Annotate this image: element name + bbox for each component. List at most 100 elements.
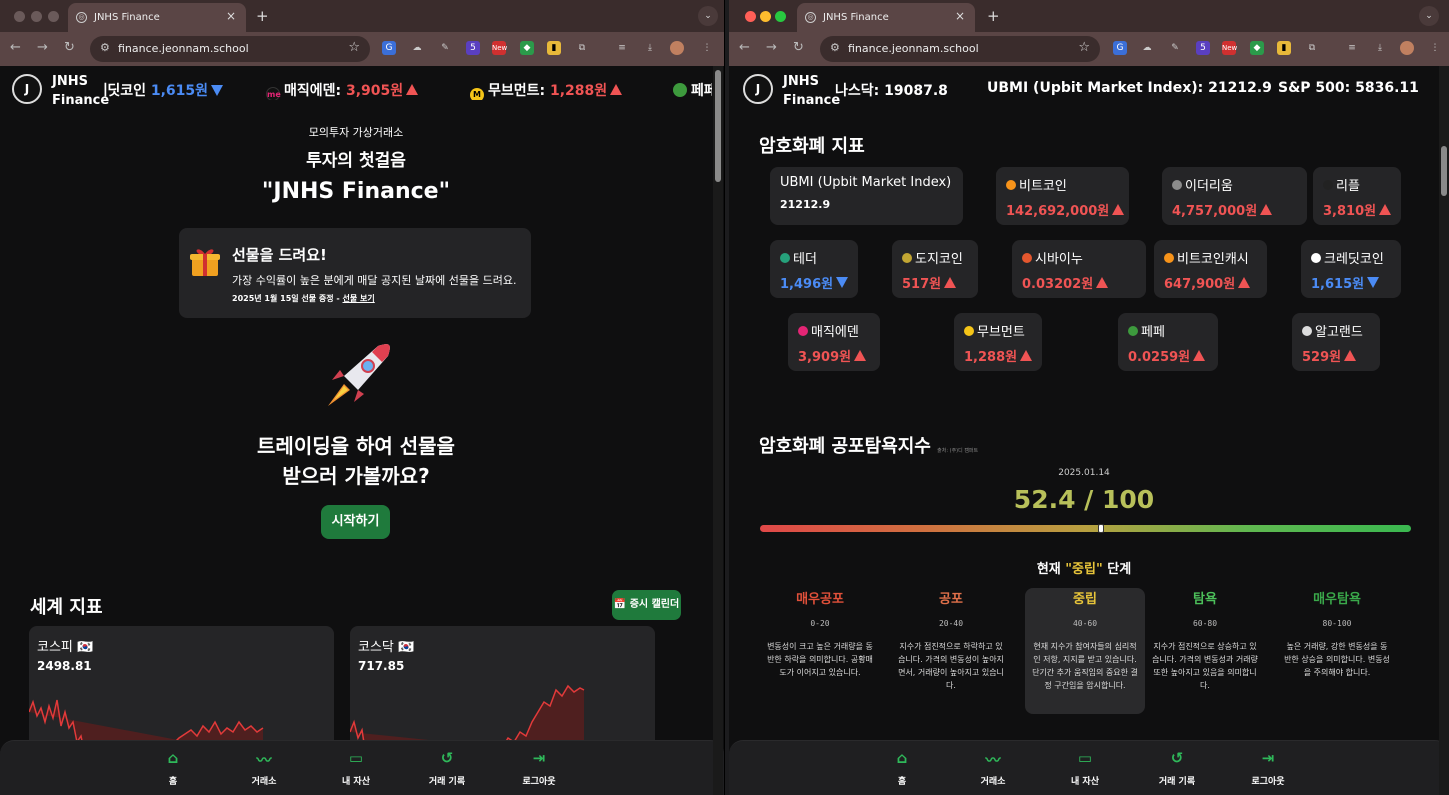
window-minimize-dot[interactable] (760, 11, 771, 22)
coin-card[interactable]: 알고랜드 529원 (1292, 313, 1380, 371)
window-zoom-dot[interactable] (775, 11, 786, 22)
menu-kebab-icon[interactable]: ⋮ (700, 41, 714, 55)
profile-avatar[interactable] (670, 41, 684, 55)
forward-icon[interactable]: → (37, 40, 48, 55)
cloud-ext-icon[interactable]: ☁ (1140, 41, 1154, 55)
stage-card: 매우탐욕 80-100 높은 거래량, 강한 변동성을 동반한 상승을 의미합니다.… (1277, 588, 1397, 679)
eyedropper-ext-icon[interactable]: ✎ (438, 41, 452, 55)
coin-card[interactable]: 이더리움 4,757,000원 (1162, 167, 1307, 225)
gift-link[interactable]: 선물 보기 (343, 294, 375, 303)
cloud-ext-icon[interactable]: ☁ (410, 41, 424, 55)
nav-history[interactable]: ↺ 거래 기록 (417, 749, 477, 787)
coin-card[interactable]: 도지코인 517원 (892, 240, 978, 298)
menu-kebab-icon[interactable]: ⋮ (1428, 41, 1442, 55)
tab-search-icon[interactable]: ⌄ (1419, 6, 1439, 26)
browser-tab[interactable]: ◎ JNHS Finance × (68, 3, 246, 32)
scrollbar-thumb[interactable] (1441, 146, 1447, 196)
nav-label: 내 자산 (342, 777, 370, 787)
shield-ext-icon[interactable]: ◆ (1250, 41, 1264, 55)
market-calendar-button[interactable]: 📅 증시 캘린더 (612, 590, 681, 620)
address-bar[interactable]: ⚙ finance.jeonnam.school ☆ (820, 36, 1100, 62)
crypto-indicators-title: 암호화폐 지표 (759, 136, 865, 157)
new-tab-icon[interactable]: + (987, 7, 1000, 25)
ubmi-card[interactable]: UBMI (Upbit Market Index) 21212.9 (770, 167, 963, 225)
download-icon[interactable]: ⤓ (1373, 41, 1387, 55)
browser-tab[interactable]: ◎ JNHS Finance × (797, 3, 975, 32)
magiceden-coin-icon: me (266, 87, 281, 100)
ticker-item: me 매직에덴: 3,905원 (266, 80, 419, 100)
download-icon[interactable]: ⤓ (643, 41, 657, 55)
nav-exchange[interactable]: 〰 거래소 (963, 749, 1023, 787)
back-icon[interactable]: ← (739, 40, 750, 55)
coin-logo-icon (964, 326, 974, 336)
stage-range: 60-80 (1192, 619, 1218, 628)
address-bar[interactable]: ⚙ finance.jeonnam.school ☆ (90, 36, 370, 62)
window-zoom-dot[interactable] (48, 11, 59, 22)
coin-card[interactable]: 무브먼트 1,288원 (954, 313, 1042, 371)
puzzle-ext-icon[interactable]: 5 (1196, 41, 1210, 55)
coin-name: 테더 (780, 248, 848, 267)
nav-logout[interactable]: ⇥ 로그아웃 (509, 749, 569, 787)
reload-icon[interactable]: ↻ (793, 40, 804, 55)
nav-logout[interactable]: ⇥ 로그아웃 (1238, 749, 1298, 787)
nav-home[interactable]: ⌂ 홈 (872, 749, 932, 787)
back-icon[interactable]: ← (10, 40, 21, 55)
index-card-kosdaq[interactable]: 코스닥 🇰🇷 717.85 (350, 626, 655, 756)
history-icon: ↺ (440, 749, 454, 767)
coin-card[interactable]: 크레딧코인 1,615원 (1301, 240, 1401, 298)
db-ext-icon[interactable]: ▮ (547, 41, 561, 55)
reading-list-icon[interactable]: ≡ (615, 41, 629, 55)
puzzle-ext-icon[interactable]: 5 (466, 41, 480, 55)
page-scrollbar[interactable] (713, 66, 723, 795)
fear-greed-title-text: 암호화폐 공포탐욕지수 (759, 436, 931, 457)
coin-card[interactable]: 시바이누 0.03202원 (1012, 240, 1146, 298)
reload-icon[interactable]: ↻ (64, 40, 75, 55)
site-info-icon[interactable]: ⚙ (830, 41, 840, 54)
tab-bar: ◎ JNHS Finance × + ⌄ (0, 0, 724, 32)
new-tab-icon[interactable]: + (256, 7, 269, 25)
tab-close-icon[interactable]: × (226, 9, 236, 23)
nav-assets[interactable]: ▭ 내 자산 (1055, 749, 1115, 787)
profile-avatar[interactable] (1400, 41, 1414, 55)
nav-assets[interactable]: ▭ 내 자산 (326, 749, 386, 787)
window-close-dot[interactable] (745, 11, 756, 22)
tab-close-icon[interactable]: × (955, 9, 965, 23)
new-ext-icon[interactable]: New (492, 41, 507, 55)
nav-history[interactable]: ↺ 거래 기록 (1147, 749, 1207, 787)
reading-list-icon[interactable]: ≡ (1345, 41, 1359, 55)
stage-card: 중립 40-60 현재 지수가 참여자들의 심리적인 저항, 지지를 받고 있습니다… (1025, 588, 1145, 692)
favicon-icon: ◎ (805, 12, 816, 23)
coin-card[interactable]: 비트코인캐시 647,900원 (1154, 240, 1267, 298)
coin-card[interactable]: 비트코인 142,692,000원 (996, 167, 1129, 225)
db-ext-icon[interactable]: ▮ (1277, 41, 1291, 55)
coin-price: 529원 (1302, 350, 1342, 365)
new-ext-icon[interactable]: New (1222, 41, 1237, 55)
coin-name-text: 이더리움 (1185, 179, 1233, 194)
start-button[interactable]: 시작하기 (321, 505, 390, 539)
tab-search-icon[interactable]: ⌄ (698, 6, 718, 26)
scrollbar-thumb[interactable] (715, 70, 721, 182)
window-close-dot[interactable] (14, 11, 25, 22)
coin-card[interactable]: 테더 1,496원 (770, 240, 858, 298)
bookmark-star-icon[interactable]: ☆ (348, 40, 360, 55)
site-info-icon[interactable]: ⚙ (100, 41, 110, 54)
translate-ext-icon[interactable]: G (382, 41, 396, 55)
index-card-kospi[interactable]: 코스피 🇰🇷 2498.81 (29, 626, 334, 756)
nav-label: 로그아웃 (522, 777, 556, 787)
coin-card[interactable]: 페페 0.0259원 (1118, 313, 1218, 371)
shield-ext-icon[interactable]: ◆ (520, 41, 534, 55)
bookmark-star-icon[interactable]: ☆ (1078, 40, 1090, 55)
translate-ext-icon[interactable]: G (1113, 41, 1127, 55)
extensions-icon[interactable]: ⧉ (575, 41, 589, 55)
nav-exchange[interactable]: 〰 거래소 (234, 749, 294, 787)
extensions-icon[interactable]: ⧉ (1305, 41, 1319, 55)
window-minimize-dot[interactable] (31, 11, 42, 22)
coin-card[interactable]: 매직에덴 3,909원 (788, 313, 880, 371)
tab-title: JNHS Finance (94, 12, 160, 23)
page-scrollbar[interactable] (1439, 66, 1449, 795)
nav-home[interactable]: ⌂ 홈 (143, 749, 203, 787)
coin-name: 비트코인캐시 (1164, 248, 1257, 267)
coin-card[interactable]: 리플 3,810원 (1313, 167, 1401, 225)
forward-icon[interactable]: → (766, 40, 777, 55)
eyedropper-ext-icon[interactable]: ✎ (1168, 41, 1182, 55)
